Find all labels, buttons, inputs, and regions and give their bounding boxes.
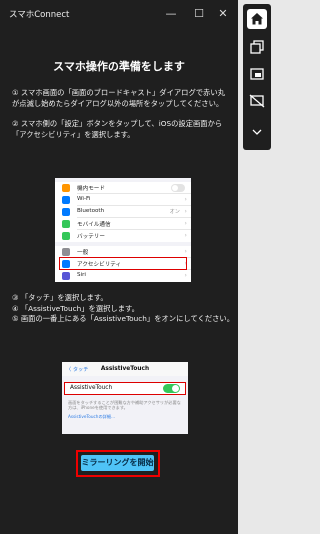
settings-screenshot: 機内モード Wi-Fi › Bluetooth オン › モバイル通信 › バッ…	[55, 178, 191, 282]
instruction-step-3: ③ 「タッチ」を選択します。	[12, 293, 108, 302]
settings-row-battery: バッテリー ›	[55, 230, 191, 242]
chevron-right-icon: ›	[184, 247, 187, 255]
window-icon	[250, 68, 264, 80]
description-text: 画面をタッチすることが困難な方や補助アクセサリが必要な方は、iPhoneを使用で…	[68, 400, 181, 411]
settings-row-bluetooth: Bluetooth オン ›	[55, 206, 191, 218]
collapse-button[interactable]	[247, 122, 267, 142]
app-title: スマホConnect	[9, 10, 70, 20]
settings-row-label: Wi-Fi	[77, 196, 91, 202]
settings-row-airplane: 機内モード	[55, 182, 191, 194]
instruction-steps-3-5: ③ 「タッチ」を選択します。 ④ 「AssistiveTouch」を選択します。…	[12, 293, 235, 325]
maximize-button[interactable]: ☐	[188, 4, 210, 24]
settings-row-value: オン	[169, 209, 180, 215]
start-button-highlight: ミラーリングを開始	[76, 450, 160, 477]
chevron-right-icon: ›	[184, 271, 187, 279]
settings-row-label: Siri	[77, 272, 86, 278]
siri-icon	[62, 272, 70, 280]
chevron-right-icon: ›	[184, 207, 187, 215]
settings-row-siri: Siri ›	[55, 270, 191, 282]
instruction-step-5: ⑤ 画面の一番上にある「AssistiveTouch」をオンにしてください。	[12, 314, 235, 323]
minimize-button[interactable]: —	[160, 4, 182, 24]
details-link: AssistiveTouchの詳細...	[68, 414, 116, 419]
copy-icon	[250, 40, 264, 54]
page-title: スマホ操作の準備をします	[53, 60, 185, 73]
close-button[interactable]: ✕	[212, 4, 234, 24]
assistivetouch-screenshot: 〈 タッチ AssistiveTouch AssistiveTouch 画面をタ…	[62, 362, 188, 434]
screen-off-icon	[249, 94, 265, 108]
settings-row-label: 機内モード	[77, 186, 105, 192]
side-toolbar	[243, 4, 271, 150]
highlight-box	[64, 382, 186, 395]
title-bar[interactable]: スマホConnect — ☐ ✕	[0, 0, 238, 28]
copy-button[interactable]	[247, 37, 267, 57]
settings-row-cellular: モバイル通信 ›	[55, 218, 191, 230]
start-mirroring-button[interactable]: ミラーリングを開始	[81, 455, 154, 471]
chevron-right-icon: ›	[184, 231, 187, 239]
settings-row-label: バッテリー	[77, 234, 105, 240]
screen-off-button[interactable]	[247, 91, 267, 111]
instruction-step-2: ② スマホ側の「設定」ボタンをタップして、iOSの設定画面から「アクセシビリティ…	[12, 119, 223, 139]
settings-row-label: Bluetooth	[77, 208, 105, 214]
screen-title: AssistiveTouch	[100, 366, 150, 372]
highlight-box	[59, 257, 187, 270]
chevron-down-icon	[252, 129, 262, 135]
home-icon	[251, 13, 263, 25]
instruction-step-1: ① スマホ画面の「画面のブロードキャスト」ダイアログで赤い丸が点滅し始めたらダイ…	[12, 88, 225, 108]
home-button[interactable]	[247, 9, 267, 29]
instruction-step-4: ④ 「AssistiveTouch」を選択します。	[12, 303, 139, 313]
chevron-right-icon: ›	[184, 219, 187, 227]
cellular-icon	[62, 220, 70, 228]
wifi-icon	[62, 196, 70, 204]
battery-icon	[62, 232, 70, 240]
settings-row-label: モバイル通信	[77, 222, 111, 228]
bluetooth-icon	[62, 208, 70, 216]
window-button[interactable]	[247, 64, 267, 84]
settings-row-label: 一般	[77, 250, 89, 256]
nav-bar: 〈 タッチ AssistiveTouch	[62, 362, 188, 376]
chevron-right-icon: ›	[184, 195, 187, 203]
airplane-icon	[62, 184, 70, 192]
settings-row-wifi: Wi-Fi ›	[55, 194, 191, 206]
toggle-off-icon	[171, 184, 185, 192]
app-window: スマホConnect — ☐ ✕ スマホ操作の準備をします ① スマホ画面の「画…	[0, 0, 238, 534]
gear-icon	[62, 248, 70, 256]
